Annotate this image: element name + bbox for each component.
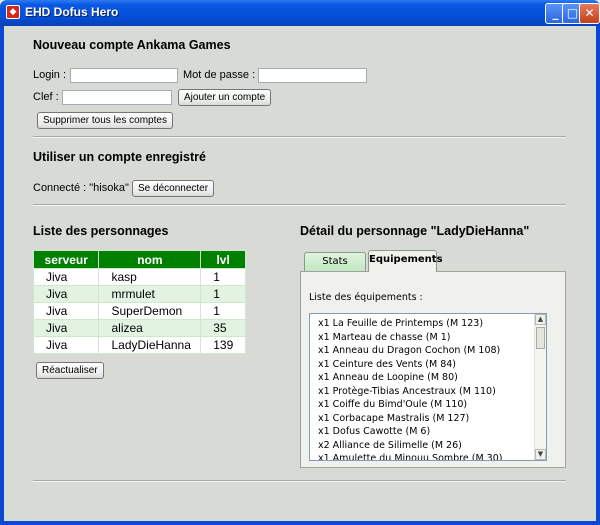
list-item[interactable]: x1 Anneau du Dragon Cochon (M 108): [310, 344, 546, 358]
close-button[interactable]: ✕: [579, 3, 600, 24]
table-row[interactable]: Jiva kasp 1: [32, 268, 246, 286]
table-row[interactable]: Jiva mrmulet 1: [32, 285, 246, 303]
separator-2: [33, 204, 566, 206]
tab-stats[interactable]: Stats: [304, 252, 366, 272]
app-window: ◆ EHD Dofus Hero _ □ ✕ Nouveau compte An…: [0, 0, 600, 525]
refresh-button[interactable]: Réactualiser: [36, 362, 104, 379]
add-account-button[interactable]: Ajouter un compte: [178, 89, 272, 106]
title-bar[interactable]: ◆ EHD Dofus Hero _ □ ✕: [0, 0, 600, 26]
list-item[interactable]: x1 Protège-Tibias Ancestraux (M 110): [310, 385, 546, 399]
list-item[interactable]: x1 Marteau de chasse (M 1): [310, 331, 546, 345]
saved-account-title: Utiliser un compte enregistré: [33, 150, 206, 164]
cell-name: LadyDieHanna: [98, 336, 202, 354]
list-item[interactable]: x1 Coiffe du Bimd'Oule (M 110): [310, 398, 546, 412]
scroll-up-arrow-icon[interactable]: ▲: [535, 314, 546, 325]
dofus-app-icon: ◆: [6, 5, 20, 19]
key-input[interactable]: [62, 90, 172, 105]
cell-level: 1: [200, 285, 246, 303]
column-header-level[interactable]: lvl: [200, 250, 246, 269]
new-account-title: Nouveau compte Ankama Games: [33, 38, 231, 52]
login-label: Login :: [33, 69, 67, 81]
cell-server: Jiva: [32, 268, 100, 286]
cell-name: SuperDemon: [98, 302, 202, 320]
equipment-scrollbar[interactable]: ▲ ▼: [534, 314, 546, 460]
cell-level: 1: [200, 302, 246, 320]
scroll-down-arrow-icon[interactable]: ▼: [535, 449, 546, 460]
login-input[interactable]: [70, 68, 178, 83]
separator-3: [33, 480, 566, 482]
equipment-items: x1 La Feuille de Printemps (M 123) x1 Ma…: [310, 314, 546, 460]
table-row[interactable]: Jiva SuperDemon 1: [32, 302, 246, 320]
client-area: Nouveau compte Ankama Games Login : Mot …: [4, 26, 596, 521]
tab-equipements[interactable]: Equipements: [368, 250, 443, 272]
character-detail-title: Détail du personnage "LadyDieHanna": [300, 224, 530, 238]
password-label: Mot de passe :: [183, 69, 256, 81]
table-header-row: serveur nom lvl: [32, 250, 246, 269]
cell-name: kasp: [98, 268, 202, 286]
disconnect-button[interactable]: Se déconnecter: [132, 180, 215, 197]
cell-name: mrmulet: [98, 285, 202, 303]
list-item[interactable]: x2 Alliance de Silimelle (M 26): [310, 439, 546, 453]
cell-level: 139: [200, 336, 246, 354]
list-item[interactable]: x1 Amulette du Minouu Sombre (M 30): [310, 452, 546, 460]
key-label: Clef :: [33, 91, 59, 103]
characters-title: Liste des personnages: [33, 224, 169, 238]
equipment-tab-panel: Liste des équipements : x1 La Feuille de…: [300, 271, 566, 468]
connected-status: Connecté : "hisoka": [33, 182, 129, 194]
window-title: EHD Dofus Hero: [25, 5, 119, 19]
cell-server: Jiva: [32, 302, 100, 320]
list-item[interactable]: x1 Anneau de Loopine (M 80): [310, 371, 546, 385]
cell-level: 1: [200, 268, 246, 286]
column-header-server[interactable]: serveur: [32, 250, 100, 269]
cell-server: Jiva: [32, 285, 100, 303]
table-row[interactable]: Jiva alizea 35: [32, 319, 246, 337]
cell-server: Jiva: [32, 319, 100, 337]
cell-server: Jiva: [32, 336, 100, 354]
delete-all-accounts-button[interactable]: Supprimer tous les comptes: [37, 112, 173, 129]
column-header-name[interactable]: nom: [98, 250, 202, 269]
list-item[interactable]: x1 La Feuille de Printemps (M 123): [310, 317, 546, 331]
cell-name: alizea: [98, 319, 202, 337]
equipment-list-label: Liste des équipements :: [309, 292, 423, 303]
list-item[interactable]: x1 Dofus Cawotte (M 6): [310, 425, 546, 439]
characters-table: serveur nom lvl Jiva kasp 1 Jiva mrmulet…: [32, 250, 246, 354]
list-item[interactable]: x1 Corbacape Mastralis (M 127): [310, 412, 546, 426]
list-item[interactable]: x1 Ceinture des Vents (M 84): [310, 358, 546, 372]
equipment-listbox[interactable]: x1 La Feuille de Printemps (M 123) x1 Ma…: [309, 313, 547, 461]
scrollbar-thumb[interactable]: [536, 327, 545, 349]
password-input[interactable]: [258, 68, 367, 83]
table-row[interactable]: Jiva LadyDieHanna 139: [32, 336, 246, 354]
separator-1: [33, 136, 566, 138]
cell-level: 35: [200, 319, 246, 337]
